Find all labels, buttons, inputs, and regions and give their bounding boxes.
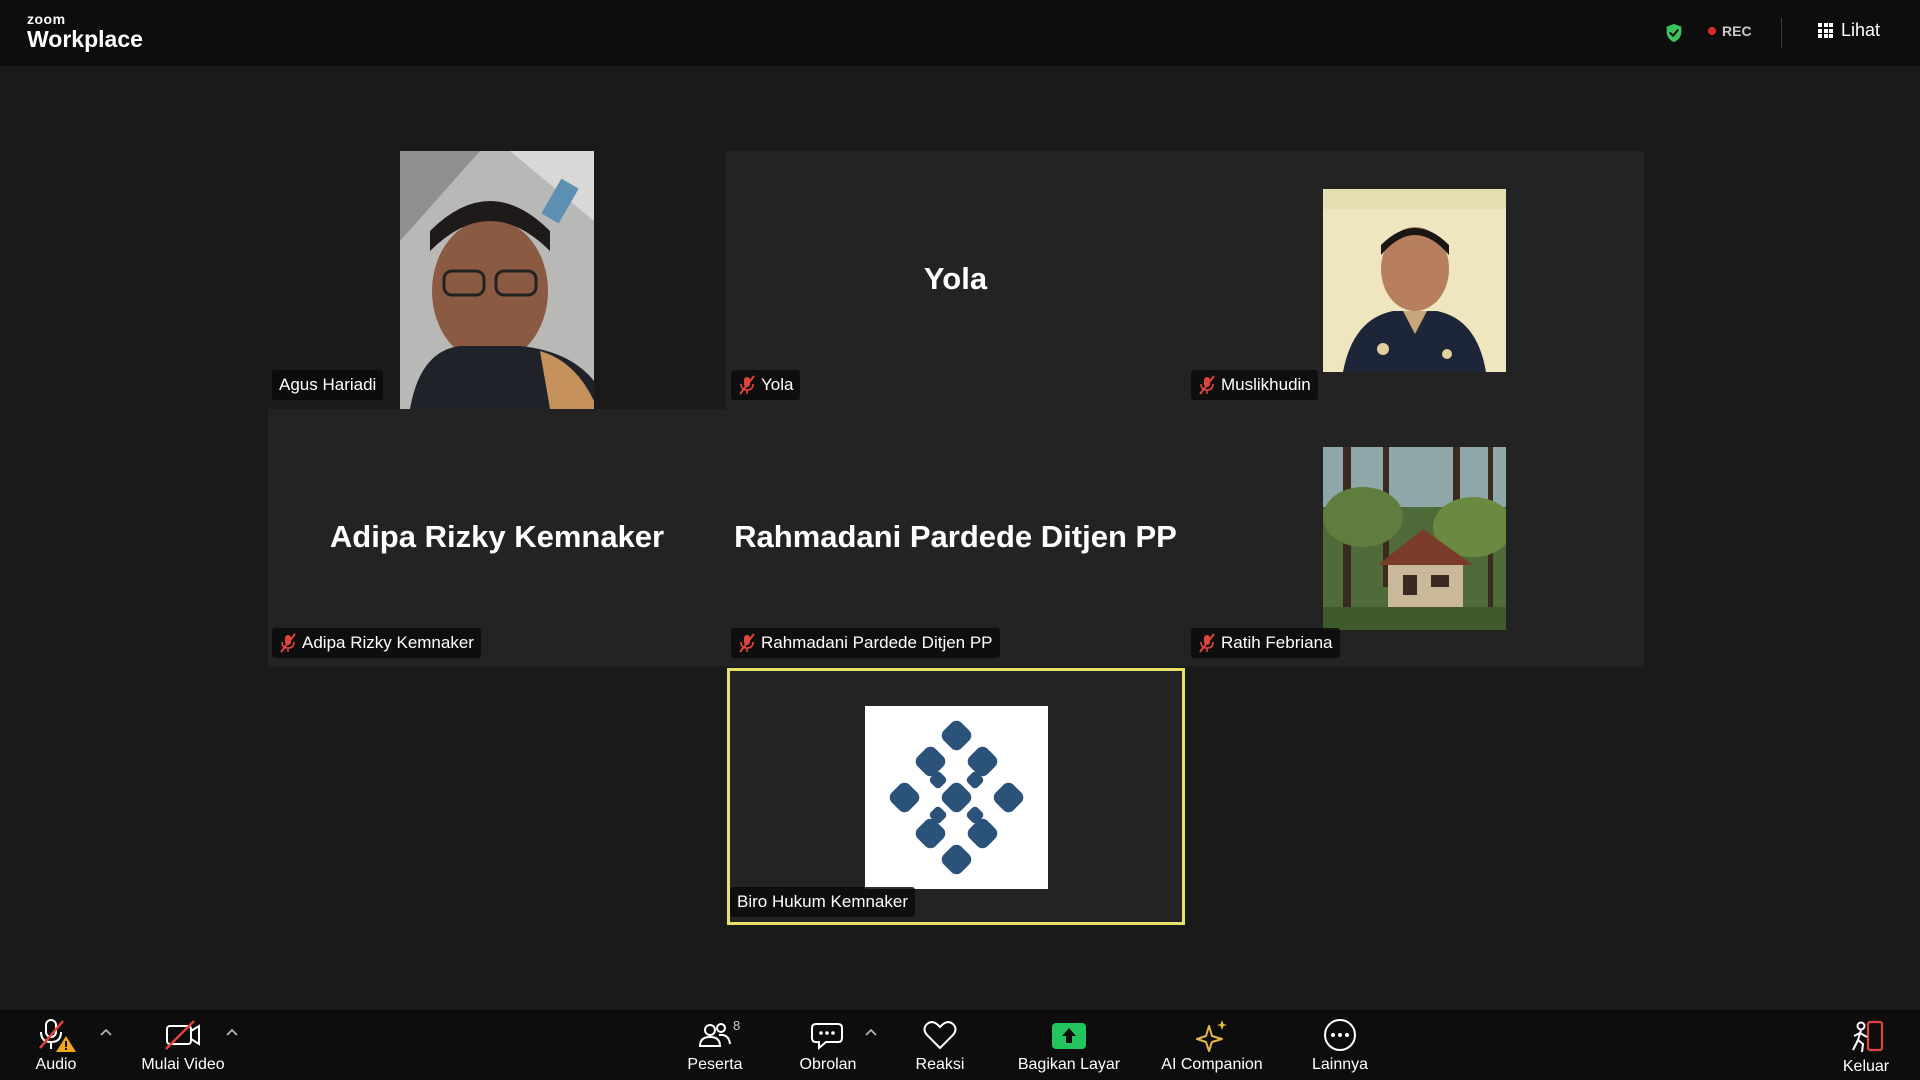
muted-microphone-icon [1199,633,1215,653]
participant-tile-rahmadani-pardede[interactable]: Rahmadani Pardede Ditjen PP Rahmadani Pa… [726,409,1185,667]
chat-options-chevron-up-icon[interactable] [865,1028,877,1036]
video-options-chevron-up-icon[interactable] [226,1028,238,1036]
reactions-label: Reaksi [915,1056,965,1073]
divider [1781,18,1782,48]
share-screen-icon [1052,1023,1086,1049]
start-video-label: Mulai Video [141,1056,225,1073]
participant-video [400,151,594,409]
participant-display-name: Adipa Rizky Kemnaker [329,519,665,554]
participants-count-badge: 8 [733,1018,741,1033]
chat-label: Obrolan [799,1056,857,1073]
reactions-button[interactable]: Reaksi [900,1010,980,1080]
chat-button[interactable]: Obrolan [788,1010,868,1080]
start-video-button[interactable]: Mulai Video [130,1010,236,1080]
leave-label: Keluar [1842,1058,1890,1075]
leave-meeting-icon [1852,1020,1884,1053]
rec-label: REC [1722,23,1752,39]
participant-name: Biro Hukum Kemnaker [737,892,909,911]
ai-sparkle-icon [1196,1020,1227,1052]
muted-microphone-icon [280,633,296,653]
brand-small: zoom [27,11,66,27]
participant-name: Yola [761,375,794,394]
view-label: Lihat [1841,20,1881,40]
participant-name: Agus Hariadi [279,375,377,394]
share-screen-label: Bagikan Layar [1017,1056,1121,1073]
audio-options-chevron-up-icon[interactable] [100,1028,112,1036]
top-bar: zoom Workplace REC Lihat [0,0,1920,66]
participant-name-tag: Muslikhudin [1191,370,1318,400]
ai-companion-button[interactable]: AI Companion [1152,1010,1272,1080]
participant-name-tag: Agus Hariadi [272,370,384,400]
audio-button[interactable]: Audio [20,1010,92,1080]
participant-tile-biro-hukum[interactable]: Biro Hukum Kemnaker [727,668,1185,925]
participant-name-tag: Yola [731,370,801,400]
meeting-toolbar: Audio Mulai Video Peserta 8 Obrolan Reak… [0,1010,1920,1080]
participant-name: Adipa Rizky Kemnaker [302,633,474,652]
more-options-icon [1324,1019,1356,1051]
participant-tile-muslikhudin[interactable]: Muslikhudin [1185,151,1644,409]
video-off-icon [165,1020,200,1050]
zoom-workplace-logo: zoom Workplace [27,12,143,52]
brand-big: Workplace [27,26,143,52]
participant-tile-adipa-rizky[interactable]: Adipa Rizky Kemnaker Adipa Rizky Kemnake… [268,409,726,667]
participant-display-name: Rahmadani Pardede Ditjen PP [734,519,1177,554]
participant-name: Rahmadani Pardede Ditjen PP [761,633,993,652]
participant-name-tag: Rahmadani Pardede Ditjen PP [731,628,1000,658]
muted-microphone-icon [739,633,755,653]
more-button[interactable]: Lainnya [1300,1010,1380,1080]
encryption-shield-icon[interactable] [1663,22,1685,44]
participant-name-tag: Ratih Febriana [1191,628,1340,658]
share-screen-button[interactable]: Bagikan Layar [1008,1010,1130,1080]
heart-icon [923,1021,957,1050]
participant-video [1323,189,1506,372]
participant-tile-yola[interactable]: Yola Yola [726,151,1185,409]
more-label: Lainnya [1311,1056,1369,1073]
forest-cabin-video-image [1323,447,1506,630]
participant-video [1323,447,1506,630]
ai-companion-label: AI Companion [1161,1056,1263,1073]
participant-name-tag: Adipa Rizky Kemnaker [272,628,481,658]
kemnaker-logo-image [865,706,1048,889]
view-button[interactable]: Lihat [1818,20,1880,41]
participants-label: Peserta [687,1056,743,1073]
participant-tile-ratih-febriana[interactable]: Ratih Febriana [1185,409,1644,667]
participant-name-tag: Biro Hukum Kemnaker [730,887,916,917]
microphone-warning-icon [39,1019,76,1052]
recording-indicator[interactable]: REC [1708,23,1752,39]
participant-tile-agus-hariadi[interactable]: Agus Hariadi [268,151,726,409]
muted-microphone-icon [1199,375,1215,395]
participants-button[interactable]: Peserta [675,1010,755,1080]
audio-label: Audio [35,1056,77,1073]
participant-video [865,706,1048,889]
participants-icon [698,1023,731,1047]
muted-microphone-icon [739,375,755,395]
leave-button[interactable]: Keluar [1830,1010,1902,1080]
man-video-image [1323,189,1506,372]
participant-name: Muslikhudin [1221,375,1311,394]
grid-view-icon [1818,23,1833,38]
chat-bubble-icon [811,1023,843,1051]
man-with-glasses-video-image [400,151,594,409]
recording-dot-icon [1708,27,1716,35]
participant-display-name: Yola [923,261,988,296]
participant-name: Ratih Febriana [1221,633,1333,652]
